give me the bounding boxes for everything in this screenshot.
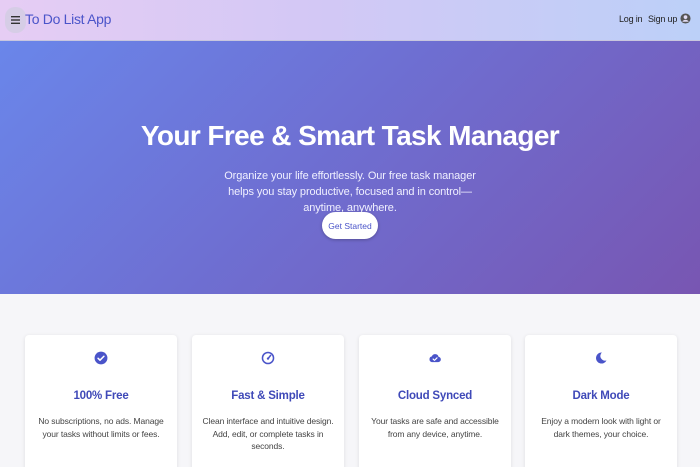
signup-link[interactable]: Sign up: [648, 14, 677, 24]
hero-description: Organize your life effortlessly. Our fre…: [224, 170, 476, 214]
hamburger-menu-icon: [11, 16, 20, 24]
hero-title: Your Free & Smart Task Manager: [140, 120, 560, 151]
feature-card-cloud: Cloud Synced Your tasks are safe and acc…: [359, 335, 511, 467]
feature-description: Enjoy a modern look with light or dark t…: [541, 416, 661, 439]
menu-button[interactable]: [5, 7, 26, 33]
check-circle-icon: [94, 351, 108, 365]
moon-icon: [595, 352, 607, 364]
account-circle-icon[interactable]: [680, 13, 691, 24]
app-bar: To Do List App Log in Sign up: [0, 0, 700, 41]
app-brand[interactable]: To Do List App: [25, 11, 111, 27]
feature-title: Fast & Simple: [231, 390, 305, 402]
feature-description: Clean interface and intuitive design. Ad…: [202, 416, 334, 451]
cloud-check-icon: [429, 354, 441, 363]
feature-title: Cloud Synced: [397, 390, 473, 402]
feature-title: 100% Free: [73, 390, 129, 402]
features-section: 100% Free No subscriptions, no ads. Mana…: [0, 294, 700, 467]
feature-card-fast: Fast & Simple Clean interface and intuit…: [192, 335, 344, 467]
feature-card-dark-mode: Dark Mode Enjoy a modern look with light…: [525, 335, 677, 467]
speed-gauge-icon: [261, 351, 275, 365]
login-link[interactable]: Log in: [619, 14, 643, 24]
feature-card-free: 100% Free No subscriptions, no ads. Mana…: [25, 335, 177, 467]
get-started-button[interactable]: Get Started: [322, 212, 378, 239]
feature-description: Your tasks are safe and accessible from …: [371, 416, 499, 439]
hero-section: Your Free & Smart Task Manager Organize …: [0, 41, 700, 294]
feature-title: Dark Mode: [572, 390, 630, 402]
feature-description: No subscriptions, no ads. Manage your ta…: [38, 416, 164, 439]
